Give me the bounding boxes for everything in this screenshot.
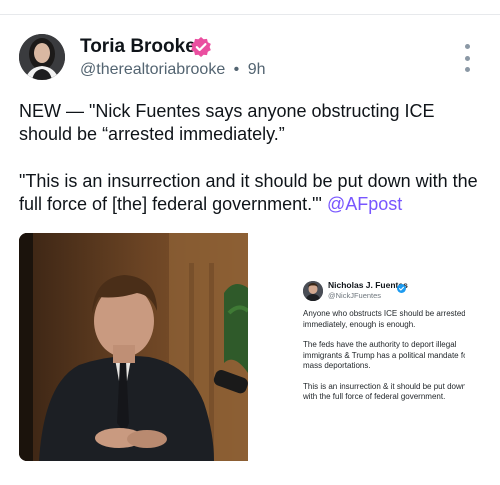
embedded-author-name: Nicholas J. Fuentes [328, 280, 408, 290]
embedded-avatar [303, 281, 323, 301]
verified-badge-icon [190, 36, 212, 58]
more-options-icon[interactable] [456, 44, 478, 72]
author-name[interactable]: Toria Brooke [80, 35, 196, 59]
embedded-paragraph: The feds have the authority to deport il… [303, 340, 465, 370]
post-paragraph-text: "This is an insurrection and it should b… [19, 171, 478, 214]
top-divider [0, 14, 500, 15]
post-media[interactable]: Nicholas J. Fuentes @NickJFuentes Anyone… [19, 233, 465, 461]
mention-link[interactable]: @AFpost [327, 194, 402, 214]
author-avatar[interactable] [19, 34, 65, 80]
meta-separator: • [233, 61, 240, 78]
post-time[interactable]: 9h [248, 61, 266, 78]
embedded-paragraph: Anyone who obstructs ICE should be arres… [303, 309, 465, 329]
post-text: NEW — "Nick Fuentes says anyone obstruct… [19, 100, 489, 216]
embedded-verified-icon [397, 280, 406, 293]
post-paragraph: NEW — "Nick Fuentes says anyone obstruct… [19, 101, 435, 144]
author-handle[interactable]: @therealtoriabrooke [80, 61, 225, 78]
embedded-author-handle: @NickJFuentes [328, 291, 382, 300]
post-paragraph: "This is an insurrection and it should b… [19, 170, 489, 216]
media-photo[interactable] [19, 233, 248, 461]
author-meta: @therealtoriabrooke • 9h [80, 60, 266, 80]
embedded-paragraph: This is an insurrection & it should be p… [303, 381, 465, 402]
embedded-post-text: Anyone who obstructs ICE should be arres… [303, 309, 465, 413]
embedded-post[interactable]: Nicholas J. Fuentes @NickJFuentes Anyone… [248, 233, 465, 461]
